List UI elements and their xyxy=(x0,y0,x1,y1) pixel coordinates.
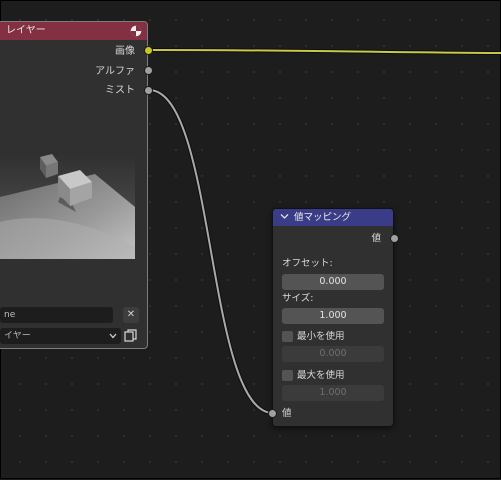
render-preview-image xyxy=(0,152,135,259)
alpha-output-socket[interactable] xyxy=(144,66,153,75)
node-editor-canvas[interactable]: レイヤー 画像 アルファ ミスト ne ✕ イヤー 値マッピング 値 オフセット… xyxy=(0,0,501,479)
offset-field[interactable]: 0.000 xyxy=(282,274,384,290)
clear-scene-button[interactable]: ✕ xyxy=(123,307,139,323)
scene-field[interactable]: ne xyxy=(0,307,113,323)
min-field[interactable]: 0.000 xyxy=(282,346,384,362)
max-field[interactable]: 1.000 xyxy=(282,385,384,401)
value-input-socket[interactable] xyxy=(268,409,277,418)
use-max-checkbox[interactable] xyxy=(282,370,293,381)
render-layers-node[interactable]: レイヤー 画像 アルファ ミスト ne ✕ イヤー xyxy=(0,21,148,349)
copy-icon[interactable] xyxy=(124,329,137,342)
map-value-node[interactable]: 値マッピング 値 オフセット: 0.000 サイズ: 1.000 最小を使用 0… xyxy=(272,208,394,427)
view-layer-select[interactable]: イヤー xyxy=(0,328,121,344)
use-max-label: 最大を使用 xyxy=(297,370,345,381)
image-output-socket[interactable] xyxy=(144,46,153,55)
render-layers-header[interactable]: レイヤー xyxy=(0,22,147,40)
use-min-checkbox[interactable] xyxy=(282,331,293,342)
output-image-label: 画像 xyxy=(115,46,135,57)
mist-output-socket[interactable] xyxy=(144,86,153,95)
output-alpha-label: アルファ xyxy=(95,66,135,77)
size-field[interactable]: 1.000 xyxy=(282,308,384,324)
node-title: レイヤー xyxy=(6,25,46,36)
size-label: サイズ: xyxy=(282,293,314,304)
node-title: 値マッピング xyxy=(294,212,352,223)
output-mist-label: ミスト xyxy=(105,85,135,96)
collapse-chevron-icon[interactable] xyxy=(280,212,289,221)
render-layers-icon xyxy=(130,25,142,37)
value-output-label: 値 xyxy=(371,233,381,244)
value-input-label: 値 xyxy=(282,408,292,419)
chevron-down-icon xyxy=(109,333,117,339)
map-value-header[interactable]: 値マッピング xyxy=(273,209,393,226)
scene-field-text: ne xyxy=(4,310,16,320)
offset-label: オフセット: xyxy=(282,258,333,269)
use-min-label: 最小を使用 xyxy=(297,331,345,342)
view-layer-select-text: イヤー xyxy=(4,331,31,341)
value-output-socket[interactable] xyxy=(390,234,399,243)
